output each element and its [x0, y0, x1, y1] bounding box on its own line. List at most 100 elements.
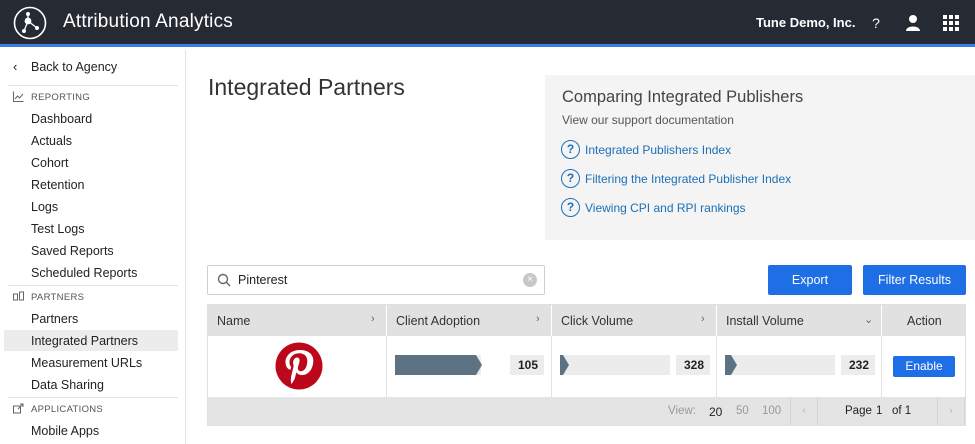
click-volume-value: 328 — [676, 355, 710, 375]
chevron-right-icon: › — [701, 313, 705, 325]
logo-icon[interactable] — [13, 6, 47, 40]
back-to-agency-link[interactable]: ‹ Back to Agency — [0, 56, 186, 80]
section-partners: PARTNERS — [0, 287, 186, 307]
install-bar-track — [725, 355, 835, 375]
info-subtitle: View our support documentation — [562, 113, 734, 127]
column-header-click-volume[interactable]: Click Volume › — [552, 305, 717, 336]
page-size-100[interactable]: 100 — [762, 405, 781, 417]
help-circle-icon: ? — [561, 140, 580, 159]
sidebar-item-label: Mobile Apps — [31, 424, 100, 438]
info-panel: Comparing Integrated Publishers View our… — [545, 75, 975, 240]
next-page-button[interactable]: › — [937, 397, 965, 425]
cell-name — [208, 336, 387, 397]
sidebar-item-retention[interactable]: Retention — [4, 174, 178, 195]
chevron-down-icon: ⌄ — [864, 314, 874, 326]
clear-search-icon[interactable]: × — [523, 273, 537, 287]
sidebar-item-scheduled-reports[interactable]: Scheduled Reports — [4, 262, 178, 283]
click-bar-fill — [560, 355, 569, 375]
back-label: Back to Agency — [31, 60, 118, 74]
cell-install-volume: 232 — [717, 336, 882, 397]
section-label: REPORTING — [31, 92, 91, 103]
column-header-name[interactable]: Name › — [208, 305, 387, 336]
cell-action: Enable — [882, 336, 965, 397]
sidebar-item-label: Saved Reports — [31, 244, 114, 258]
sidebar-item-actuals[interactable]: Actuals — [4, 130, 178, 151]
adoption-bar-fill — [395, 355, 482, 375]
sidebar-item-test-logs[interactable]: Test Logs — [4, 218, 178, 239]
sidebar-item-saved-reports[interactable]: Saved Reports — [4, 240, 178, 261]
user-icon[interactable] — [904, 13, 922, 33]
sidebar-item-cohort[interactable]: Cohort — [4, 152, 178, 173]
bar-fill-shape — [395, 355, 482, 375]
sidebar-item-data-sharing[interactable]: Data Sharing — [4, 374, 178, 395]
sidebar-item-label: Test Logs — [31, 222, 85, 236]
link-text: Filtering the Integrated Publisher Index — [585, 172, 792, 186]
click-bar-track — [560, 355, 670, 375]
org-name[interactable]: Tune Demo, Inc. — [756, 15, 855, 30]
column-label: Client Adoption — [396, 314, 481, 328]
column-header-client-adoption[interactable]: Client Adoption › — [387, 305, 552, 336]
sidebar-item-label: Measurement URLs — [31, 356, 143, 370]
sidebar-item-mobile-apps[interactable]: Mobile Apps — [4, 420, 178, 441]
column-header-install-volume[interactable]: Install Volume ⌄ — [717, 305, 882, 336]
sidebar-item-label: Cohort — [31, 156, 69, 170]
chart-icon — [13, 91, 24, 102]
chevron-right-icon: › — [536, 313, 540, 325]
section-applications: APPLICATIONS — [0, 399, 186, 419]
partners-table: Name › Client Adoption › Click Volume › … — [207, 304, 966, 426]
search-input[interactable] — [238, 271, 508, 289]
section-label: PARTNERS — [31, 292, 85, 303]
sidebar-item-label: Dashboard — [31, 112, 93, 126]
external-link-icon — [13, 403, 24, 414]
export-button[interactable]: Export — [768, 265, 852, 295]
table-header: Name › Client Adoption › Click Volume › … — [208, 305, 965, 336]
chevron-left-icon: ‹ — [13, 59, 18, 74]
section-label: APPLICATIONS — [31, 404, 104, 415]
page-title: Integrated Partners — [208, 74, 405, 100]
search-icon — [217, 273, 231, 287]
column-label: Install Volume — [726, 314, 804, 328]
help-circle-icon: ? — [561, 169, 580, 188]
sidebar-item-label: Integrated Partners — [31, 334, 139, 348]
bar-fill-shape — [725, 355, 737, 375]
table-row: 105 328 232 Enable — [208, 336, 965, 397]
top-bar: Attribution Analytics Tune Demo, Inc. ? — [0, 0, 975, 47]
sidebar-item-label: Logs — [31, 200, 59, 214]
sidebar-item-partners[interactable]: Partners — [4, 308, 178, 329]
sidebar-item-logs[interactable]: Logs — [4, 196, 178, 217]
sidebar-item-label: Partners — [31, 312, 79, 326]
prev-page-button[interactable]: ‹ — [790, 397, 818, 425]
sidebar-item-measurement-urls[interactable]: Measurement URLs — [4, 352, 178, 373]
page-number-input[interactable]: 1 — [876, 405, 882, 417]
view-label: View: — [668, 405, 696, 417]
column-header-action: Action — [882, 305, 965, 336]
table-footer: View: 20 50 100 ‹ Page 1 of 1 › — [208, 397, 965, 425]
page-size-20[interactable]: 20 — [709, 405, 722, 419]
install-volume-value: 232 — [841, 355, 875, 375]
help-button[interactable]: ? — [867, 12, 885, 34]
apps-grid-icon[interactable] — [942, 14, 960, 32]
adoption-bar-track — [395, 355, 482, 375]
bar-fill-shape — [560, 355, 569, 375]
chevron-right-icon: › — [371, 313, 375, 325]
cell-client-adoption: 105 — [387, 336, 552, 397]
sidebar-item-label: Retention — [31, 178, 85, 192]
sidebar-item-label: Scheduled Reports — [31, 266, 138, 280]
page-size-50[interactable]: 50 — [736, 405, 749, 417]
section-reporting: REPORTING — [0, 87, 186, 107]
sidebar-item-integrated-partners[interactable]: Integrated Partners — [4, 330, 178, 351]
page-total: of 1 — [892, 405, 912, 417]
column-label: Action — [907, 314, 942, 328]
search-box[interactable]: × — [207, 265, 545, 295]
divider — [8, 85, 178, 86]
install-bar-fill — [725, 355, 737, 375]
enable-button[interactable]: Enable — [893, 356, 955, 377]
app-title: Attribution Analytics — [63, 11, 234, 32]
filter-results-button[interactable]: Filter Results — [863, 265, 966, 295]
divider — [8, 285, 178, 286]
sidebar-item-dashboard[interactable]: Dashboard — [4, 108, 178, 129]
partners-icon — [13, 291, 24, 301]
sidebar: ‹ Back to Agency REPORTING Dashboard Act… — [0, 50, 186, 444]
help-circle-icon: ? — [561, 198, 580, 217]
column-label: Name — [217, 314, 251, 328]
